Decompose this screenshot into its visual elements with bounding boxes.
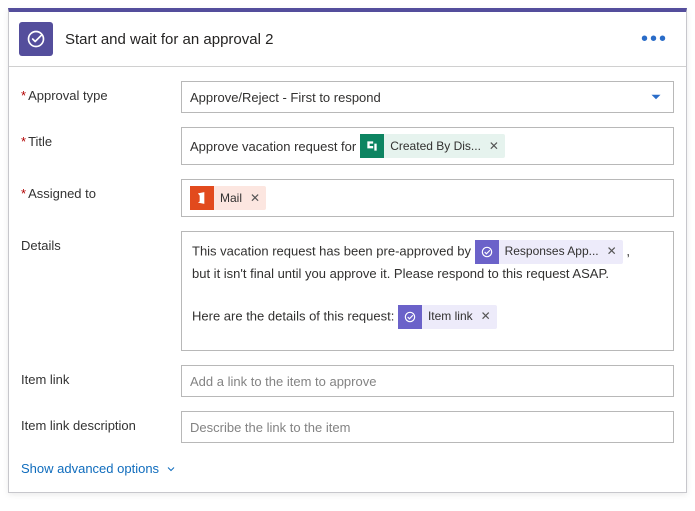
row-details: Details This vacation request has been p… bbox=[9, 227, 686, 355]
action-title: Start and wait for an approval 2 bbox=[65, 31, 625, 48]
show-advanced-link[interactable]: Show advanced options bbox=[21, 461, 177, 476]
row-item-link: Item link Add a link to the item to appr… bbox=[9, 361, 686, 401]
item-link-desc-placeholder: Describe the link to the item bbox=[190, 420, 350, 435]
details-text: This vacation request has been pre-appro… bbox=[192, 243, 475, 258]
item-link-placeholder: Add a link to the item to approve bbox=[190, 374, 376, 389]
row-assigned-to: *Assigned to Mail ✕ bbox=[9, 175, 686, 221]
token-label: Item link bbox=[428, 307, 473, 326]
details-text: , bbox=[626, 243, 630, 258]
token-remove[interactable]: ✕ bbox=[487, 139, 499, 153]
approval-type-value: Approve/Reject - First to respond bbox=[190, 90, 381, 105]
advanced-options-row: Show advanced options bbox=[9, 447, 686, 492]
token-remove[interactable]: ✕ bbox=[479, 307, 491, 326]
details-text: Here are the details of this request: bbox=[192, 308, 398, 323]
action-card: Start and wait for an approval 2 ••• *Ap… bbox=[8, 8, 687, 493]
token-label: Created By Dis... bbox=[390, 139, 481, 153]
advanced-label: Show advanced options bbox=[21, 461, 159, 476]
token-label: Responses App... bbox=[505, 242, 599, 261]
approvals-token-icon bbox=[475, 240, 499, 264]
more-menu-button[interactable]: ••• bbox=[637, 28, 672, 50]
token-mail[interactable]: Mail ✕ bbox=[190, 186, 266, 210]
token-responses-app[interactable]: Responses App... ✕ bbox=[475, 240, 623, 264]
details-input[interactable]: This vacation request has been pre-appro… bbox=[181, 231, 674, 351]
row-title: *Title Approve vacation request for Crea… bbox=[9, 123, 686, 169]
chevron-down-icon bbox=[647, 88, 665, 106]
label-title: *Title bbox=[21, 127, 181, 149]
chevron-down-icon bbox=[165, 463, 177, 475]
approvals-icon bbox=[19, 22, 53, 56]
office-icon bbox=[190, 186, 214, 210]
assigned-to-input[interactable]: Mail ✕ bbox=[181, 179, 674, 217]
approval-type-select[interactable]: Approve/Reject - First to respond bbox=[181, 81, 674, 113]
label-approval-type: *Approval type bbox=[21, 81, 181, 103]
title-input[interactable]: Approve vacation request for Created By … bbox=[181, 127, 674, 165]
label-assigned-to: *Assigned to bbox=[21, 179, 181, 201]
approvals-token-icon bbox=[398, 305, 422, 329]
item-link-input[interactable]: Add a link to the item to approve bbox=[181, 365, 674, 397]
token-label: Mail bbox=[220, 191, 242, 205]
token-remove[interactable]: ✕ bbox=[248, 191, 260, 205]
label-item-link-desc: Item link description bbox=[21, 411, 181, 433]
row-item-link-desc: Item link description Describe the link … bbox=[9, 407, 686, 447]
item-link-desc-input[interactable]: Describe the link to the item bbox=[181, 411, 674, 443]
details-text: but it isn't final until you approve it.… bbox=[192, 264, 663, 285]
label-details: Details bbox=[21, 231, 181, 253]
card-body: *Approval type Approve/Reject - First to… bbox=[9, 66, 686, 492]
label-item-link: Item link bbox=[21, 365, 181, 387]
sharepoint-icon bbox=[360, 134, 384, 158]
token-created-by[interactable]: Created By Dis... ✕ bbox=[360, 134, 505, 158]
token-remove[interactable]: ✕ bbox=[605, 242, 617, 261]
row-approval-type: *Approval type Approve/Reject - First to… bbox=[9, 77, 686, 117]
card-header: Start and wait for an approval 2 ••• bbox=[9, 12, 686, 66]
token-item-link[interactable]: Item link ✕ bbox=[398, 305, 497, 329]
title-text: Approve vacation request for bbox=[190, 139, 356, 154]
